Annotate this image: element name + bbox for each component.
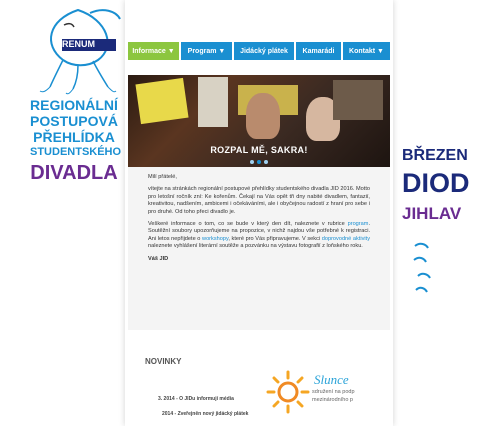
- signature: Váš JID: [148, 255, 169, 262]
- activities-link[interactable]: doprovodné aktivity: [322, 236, 370, 242]
- sponsor-line-1: sdružení na podp: [312, 389, 355, 395]
- info-text: Veškeré informace o tom, co se bude v kt…: [148, 221, 348, 228]
- hero-poster-dark: [333, 80, 383, 120]
- workshops-link[interactable]: workshopy: [202, 236, 228, 242]
- sponsor-name: Slunce: [314, 372, 349, 387]
- banner-line-jihlav: JIHLAV: [402, 204, 462, 223]
- news-item[interactable]: 2014 - Zveřejněn nový jidácký plátek: [162, 411, 248, 417]
- banner-line-brezen: BŘEZEN: [402, 147, 468, 164]
- hero-figure-left: [246, 93, 280, 139]
- news-item[interactable]: 3. 2014 - O JIDu informují média: [158, 396, 234, 402]
- sponsor-slunce[interactable]: Slunce sdružení na podp mezinárodního p: [262, 368, 372, 418]
- banner-line-diod: DIOD: [402, 168, 470, 198]
- slider-dot[interactable]: [264, 160, 268, 164]
- slider-dot[interactable]: [250, 160, 254, 164]
- greeting: Milí přátelé,: [148, 174, 177, 180]
- logo-number: 16: [85, 26, 92, 32]
- sun-icon: [266, 370, 310, 414]
- slider-dot-active[interactable]: [257, 160, 261, 164]
- program-link[interactable]: program: [348, 221, 369, 227]
- hero-caption: ROZPAL MĚ, SAKRA!: [210, 145, 308, 155]
- hero-poster-light: [198, 77, 228, 127]
- nav-item-jidacky-platek[interactable]: Jidácký plátek: [234, 42, 294, 60]
- nav-item-kontakt[interactable]: Kontakt ▼: [343, 42, 390, 60]
- news-section: NOVINKY: [145, 357, 181, 366]
- top-bar: [125, 0, 393, 40]
- banner-line-studentskeho: STUDENTSKÉHO: [30, 146, 122, 158]
- main-nav: Informace ▼ Program ▼ Jidácký plátek Kam…: [128, 42, 390, 60]
- info-text: naleznete vyhlášení literární soutěže a …: [148, 243, 363, 250]
- info-text: , které pro Vás připravujeme. V sekci: [228, 235, 322, 242]
- info-paragraph: Veškeré informace o tom, co se bude v kt…: [148, 221, 370, 251]
- hero-slider[interactable]: ROZPAL MĚ, SAKRA!: [128, 75, 390, 167]
- logo-word: RENUM: [62, 39, 95, 49]
- news-title: NOVINKY: [145, 357, 182, 366]
- sponsor-line-2: mezinárodního p: [312, 397, 353, 403]
- decorative-ornament-icon: [413, 242, 431, 293]
- nav-item-program[interactable]: Program ▼: [181, 42, 232, 60]
- nav-item-kamaradi[interactable]: Kamarádi: [296, 42, 341, 60]
- intro-paragraph: vítejte na stránkách regionální postupov…: [148, 186, 370, 215]
- banner-line-divadla: DIVADLA: [30, 162, 118, 184]
- banner-line-postupova: POSTUPOVÁ: [30, 113, 118, 129]
- banner-line-prehlidka: PŘEHLÍDKA: [33, 129, 115, 145]
- hero-poster-yellow: [135, 77, 189, 125]
- banner-line-regionalni: REGIONÁLNÍ: [30, 97, 118, 113]
- slider-dots: [128, 160, 390, 164]
- welcome-text: Milí přátelé, vítejte na stránkách regio…: [148, 174, 370, 268]
- nav-item-informace[interactable]: Informace ▼: [128, 42, 179, 60]
- welcome-section: Milí přátelé, vítejte na stránkách regio…: [128, 167, 390, 330]
